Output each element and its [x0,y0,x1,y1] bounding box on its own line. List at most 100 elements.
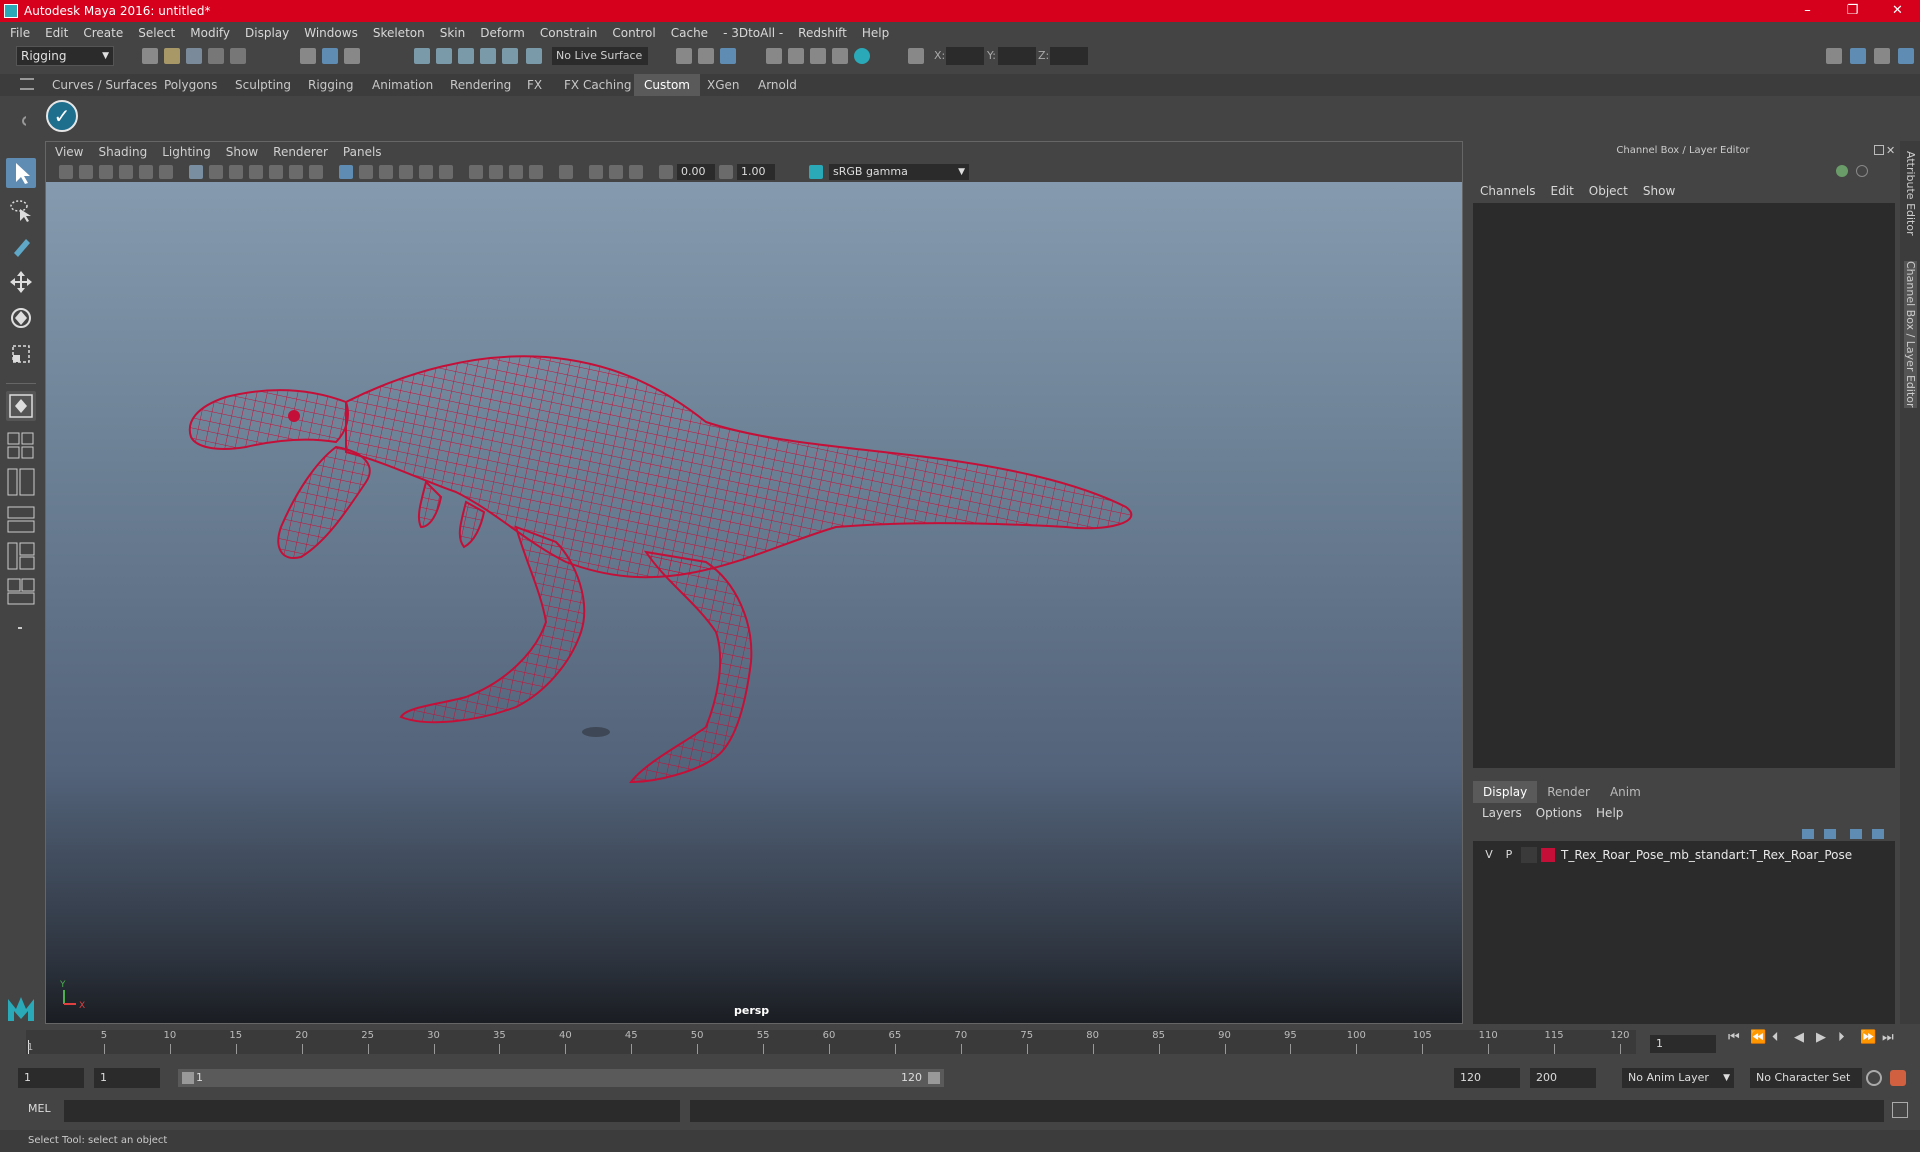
menu-display[interactable]: Display [245,26,289,40]
new-layer-from-selection-icon[interactable] [1872,829,1884,839]
four-view-layout-icon[interactable] [6,431,36,461]
scale-tool-icon[interactable] [6,339,36,369]
live-surface-field[interactable]: No Live Surface [552,47,648,65]
restore-button[interactable]: ❐ [1830,0,1875,22]
time-slider[interactable]: 1 5 10 15 20 25 30 35 40 45 50 55 60 65 70 75 80 85 90 95 1… [26,1024,1646,1058]
viewport-menu-renderer[interactable]: Renderer [273,145,328,159]
collapse-toolbox-icon[interactable] [6,613,36,643]
gamma-icon[interactable] [719,165,733,179]
shelf-tab-fx-caching[interactable]: FX Caching [554,74,641,96]
playback-start-field[interactable]: 1 [94,1068,160,1088]
viewport-menu-show[interactable]: Show [226,145,258,159]
character-set-select[interactable]: No Character Set [1750,1068,1862,1088]
new-empty-layer-icon[interactable] [1850,829,1862,839]
shelf-tab-arnold[interactable]: Arnold [748,74,807,96]
move-tool-icon[interactable] [6,267,36,297]
script-language-toggle[interactable]: MEL [28,1102,51,1115]
menu-windows[interactable]: Windows [304,26,358,40]
render-view-icon[interactable] [698,48,714,64]
color-management-icon[interactable] [809,165,823,179]
anti-aliasing-icon[interactable] [509,165,523,179]
redo-icon[interactable] [230,48,246,64]
shelf-tab-xgen[interactable]: XGen [697,74,750,96]
exposure-icon[interactable] [659,165,673,179]
step-back-frame-icon[interactable]: ⏴ [1772,1030,1792,1045]
shelf-tab-curves-surfaces[interactable]: Curves / Surfaces [42,74,167,96]
layer-row[interactable]: V P T_Rex_Roar_Pose_mb_standart:T_Rex_Ro… [1481,847,1852,863]
snap-point-icon[interactable] [458,48,474,64]
field-chart-icon[interactable] [269,165,283,179]
image-plane-icon[interactable] [119,165,133,179]
rotate-tool-icon[interactable] [6,303,36,333]
select-component-icon[interactable] [344,48,360,64]
grid-icon[interactable] [189,165,203,179]
auto-key-icon[interactable] [1866,1070,1882,1086]
use-all-lights-icon[interactable] [419,165,433,179]
snap-live-icon[interactable] [526,48,542,64]
film-gate-icon[interactable] [209,165,223,179]
go-to-start-icon[interactable]: ⏮ [1728,1030,1748,1045]
layer-playback-toggle[interactable]: P [1501,847,1517,863]
channel-box-toggle-icon[interactable] [1898,48,1914,64]
wireframe-icon[interactable] [339,165,353,179]
motion-blur-icon[interactable] [489,165,503,179]
xray-active-icon[interactable] [609,165,623,179]
step-back-key-icon[interactable]: ⏪ [1750,1030,1770,1045]
viewport-menu-shading[interactable]: Shading [98,145,147,159]
shelf-menu-icon[interactable] [20,78,34,90]
shelf-tab-polygons[interactable]: Polygons [154,74,227,96]
lasso-tool-icon[interactable] [6,195,36,225]
channel-box-menu-show[interactable]: Show [1643,181,1675,201]
snap-curve-icon[interactable] [436,48,452,64]
shelf-tab-sculpting[interactable]: Sculpting [225,74,301,96]
shelf-tab-animation[interactable]: Animation [362,74,443,96]
menu-3dtoall[interactable]: - 3DtoAll - [723,26,783,40]
new-scene-icon[interactable] [142,48,158,64]
trex-wireframe-model[interactable]: Y X [46,182,1462,1023]
render-settings-icon[interactable] [766,48,782,64]
checkmark-icon[interactable]: ✓ [46,100,78,132]
batch-render-icon[interactable] [832,48,848,64]
render-sphere-icon[interactable] [854,48,870,64]
menu-skeleton[interactable]: Skeleton [373,26,425,40]
safe-title-icon[interactable] [309,165,323,179]
range-slider[interactable]: 1 120 [178,1069,944,1087]
textured-icon[interactable] [399,165,413,179]
camera-attributes-icon[interactable] [79,165,93,179]
channel-box-menu-channels[interactable]: Channels [1480,181,1536,201]
hypershade-icon[interactable] [788,48,804,64]
x-field[interactable] [946,47,984,65]
float-panel-icon[interactable] [1874,145,1884,155]
isolate-select-icon[interactable] [559,165,573,179]
layer-color-swatch[interactable] [1541,848,1555,862]
shelf-tab-rigging[interactable]: Rigging [298,74,363,96]
xray-icon[interactable] [589,165,603,179]
channel-box-axis-icon[interactable] [1836,165,1848,177]
playback-end-field[interactable]: 120 [1454,1068,1520,1088]
step-forward-key-icon[interactable]: ⏩ [1860,1030,1880,1045]
minimize-button[interactable]: – [1785,0,1830,22]
script-editor-icon[interactable] [1892,1102,1908,1118]
menu-deform[interactable]: Deform [480,26,525,40]
shelf-tab-fx[interactable]: FX [517,74,552,96]
viewport-menu-view[interactable]: View [55,145,83,159]
play-backward-icon[interactable]: ◀ [1794,1030,1814,1045]
animation-preferences-icon[interactable] [1890,1070,1906,1086]
range-end-handle[interactable] [928,1072,940,1084]
menu-select[interactable]: Select [138,26,175,40]
resolution-gate-icon[interactable] [229,165,243,179]
layer-menu-layers[interactable]: Layers [1482,803,1522,823]
depth-of-field-icon[interactable] [529,165,543,179]
layer-name[interactable]: T_Rex_Roar_Pose_mb_standart:T_Rex_Roar_P… [1561,848,1852,862]
move-layer-down-icon[interactable] [1824,829,1836,839]
ipr-render-icon[interactable] [720,48,736,64]
tool-settings-toggle-icon[interactable] [1874,48,1890,64]
channel-box-menu-object[interactable]: Object [1589,181,1628,201]
grease-pencil-icon[interactable] [159,165,173,179]
menu-constrain[interactable]: Constrain [540,26,598,40]
z-field[interactable] [1050,47,1088,65]
viewport-menu-lighting[interactable]: Lighting [162,145,211,159]
2d-pan-zoom-icon[interactable] [139,165,153,179]
shelf-tab-rendering[interactable]: Rendering [440,74,521,96]
channel-box-sync-icon[interactable] [1856,165,1868,177]
